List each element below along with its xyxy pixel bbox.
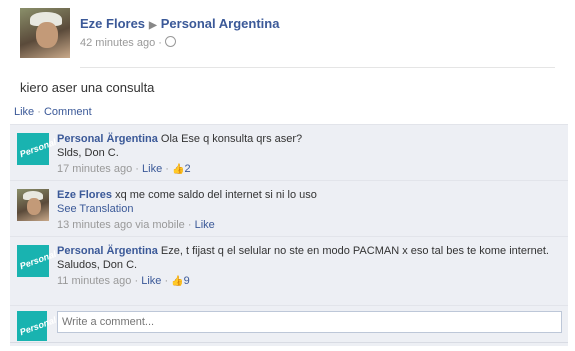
- commenter-avatar[interactable]: [17, 189, 49, 221]
- comment-text-line2: Slds, Don C.: [57, 147, 119, 159]
- post-timestamp[interactable]: 42 minutes ago: [80, 37, 155, 49]
- comment-text: Eze, t fijast q el selular no ste en mod…: [160, 245, 549, 257]
- action-separator: ·: [37, 106, 41, 118]
- meta-separator: ·: [187, 219, 192, 231]
- comment-timestamp[interactable]: 17 minutes ago: [57, 163, 132, 175]
- comment-text-line2: Saludos, Don C.: [57, 259, 138, 271]
- comment-like-button[interactable]: Like: [142, 163, 162, 175]
- comment-timestamp[interactable]: 11 minutes ago: [57, 275, 131, 287]
- commenter-avatar[interactable]: Personal: [17, 245, 58, 277]
- meta-separator: ·: [164, 275, 169, 287]
- meta-separator: ·: [134, 275, 139, 287]
- comment-item: Personal Personal Ärgentina Eze, t fijas…: [10, 236, 568, 305]
- write-comment-row: Personal: [10, 305, 568, 346]
- comment-button[interactable]: Comment: [44, 106, 92, 118]
- commenter-name[interactable]: Eze Flores: [57, 189, 112, 201]
- avatar-logo-text: Personal: [18, 248, 58, 272]
- globe-icon: [164, 36, 176, 47]
- comment-text: Ola Ese q konsulta qrs aser?: [160, 133, 303, 145]
- like-count[interactable]: 2: [184, 163, 190, 175]
- like-button[interactable]: Like: [14, 106, 34, 118]
- target-page-link[interactable]: Personal Argentina: [161, 16, 280, 31]
- avatar-logo-text: Personal: [18, 136, 58, 160]
- post-author-line: Eze Flores ▶ Personal Argentina: [80, 16, 279, 31]
- avatar-logo-text: Personal: [18, 314, 58, 338]
- thumbs-up-icon: 👍: [171, 276, 184, 287]
- comment-meta: 11 minutes ago · Like · 👍9: [57, 274, 557, 289]
- see-translation-link[interactable]: See Translation: [57, 203, 133, 215]
- comment-like-button[interactable]: Like: [195, 219, 215, 231]
- like-count[interactable]: 9: [184, 275, 190, 287]
- bottom-border: [10, 342, 568, 343]
- comment-meta: 17 minutes ago · Like · 👍2: [57, 162, 557, 177]
- meta-separator: ·: [135, 163, 139, 175]
- comments-section: Personal Personal Ärgentina Ola Ese q ko…: [10, 124, 568, 346]
- comment-item: Personal Personal Ärgentina Ola Ese q ko…: [10, 124, 568, 180]
- comment-timestamp[interactable]: 13 minutes ago via mobile: [57, 219, 185, 231]
- comment-meta: 13 minutes ago via mobile · Like: [57, 218, 557, 232]
- divider: [80, 67, 555, 68]
- author-link[interactable]: Eze Flores: [80, 16, 145, 31]
- post-actions: Like · Comment: [14, 106, 92, 118]
- commenter-avatar[interactable]: Personal: [17, 133, 58, 165]
- commenter-name[interactable]: Personal Ärgentina: [57, 133, 158, 145]
- thumbs-up-icon: 👍: [172, 164, 185, 175]
- comment-input[interactable]: [57, 311, 562, 333]
- post-meta: 42 minutes ago ·: [80, 36, 176, 49]
- author-avatar[interactable]: [20, 8, 70, 58]
- arrow-icon: ▶: [149, 20, 157, 31]
- commenter-name[interactable]: Personal Ärgentina: [57, 245, 158, 257]
- meta-separator: ·: [165, 163, 169, 175]
- meta-separator: ·: [158, 37, 162, 49]
- comment-like-button[interactable]: Like: [141, 275, 161, 287]
- comment-text: xq me come saldo del internet si ni lo u…: [115, 189, 317, 201]
- comment-item: Eze Flores xq me come saldo del internet…: [10, 180, 568, 236]
- current-user-avatar: Personal: [17, 311, 58, 341]
- post-text: kiero aser una consulta: [20, 80, 155, 95]
- post-header: Eze Flores ▶ Personal Argentina 42 minutes…: [20, 8, 560, 60]
